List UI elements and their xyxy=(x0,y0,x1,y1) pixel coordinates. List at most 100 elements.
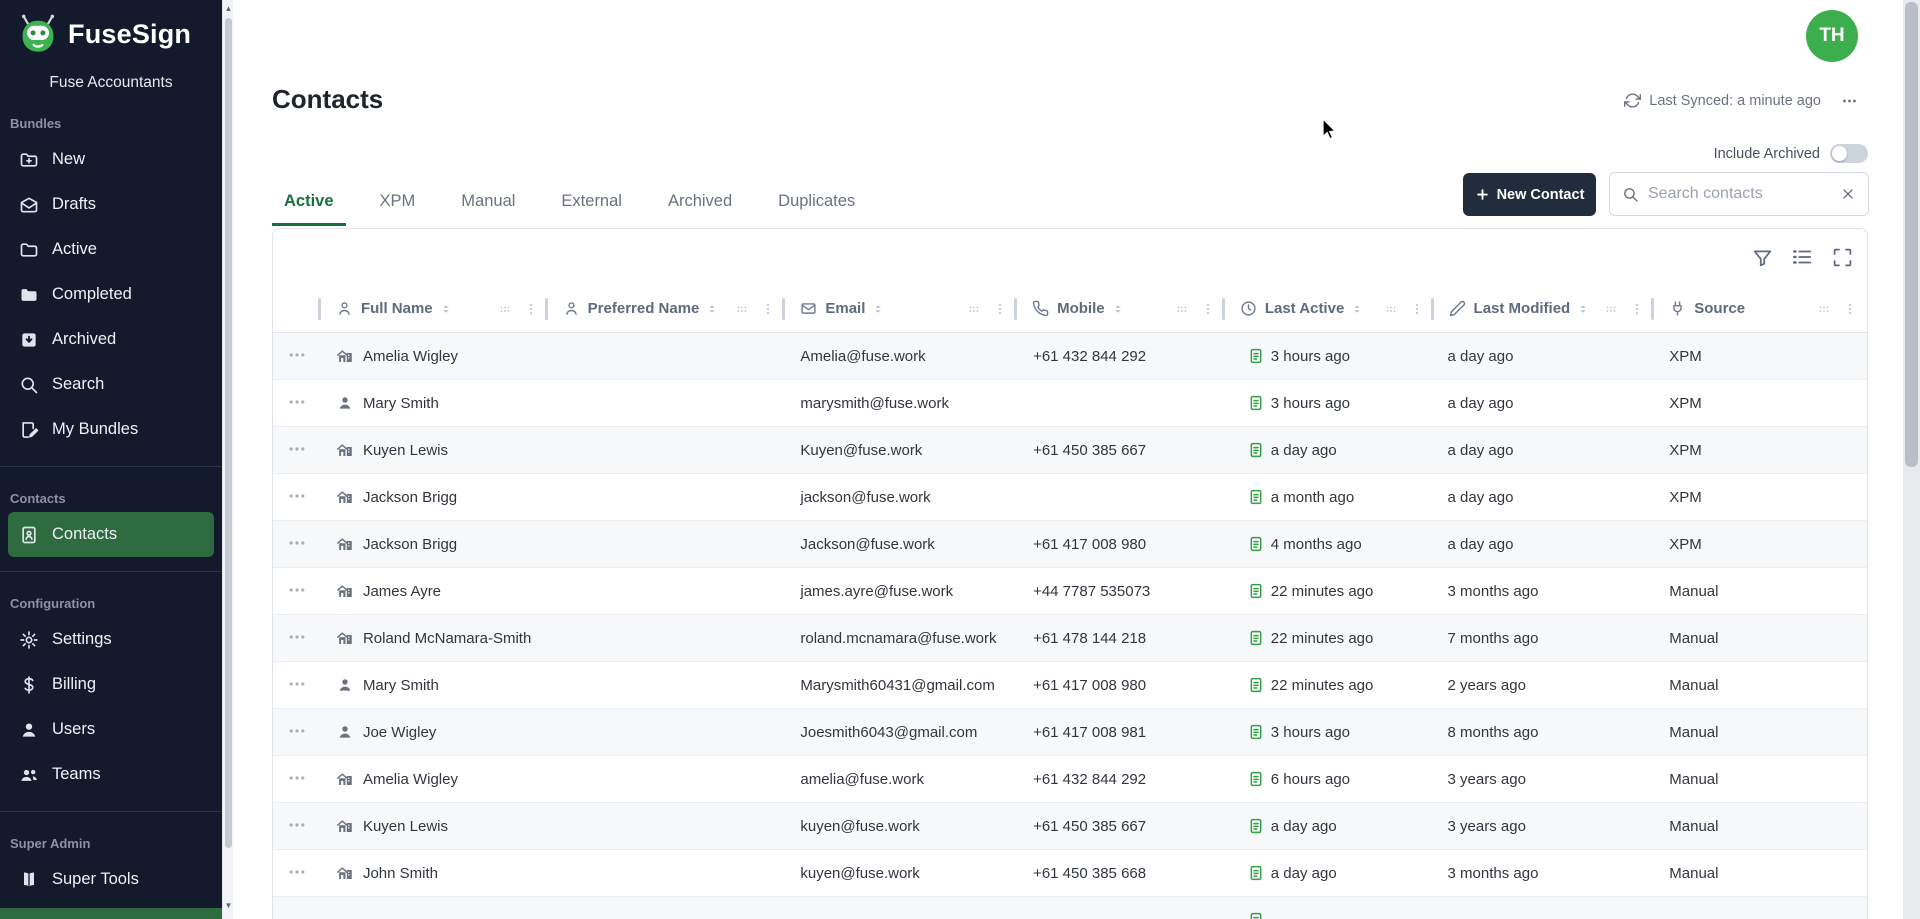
sidebar-item-super-tools[interactable]: Super Tools xyxy=(8,857,214,902)
sidebar-item-active[interactable]: Active xyxy=(8,227,214,272)
drag-handle-icon[interactable] xyxy=(967,302,981,316)
scroll-down-icon[interactable]: ▼ xyxy=(223,901,234,910)
search-box xyxy=(1609,172,1869,216)
column-list-button[interactable] xyxy=(1791,246,1813,268)
table-row-partial[interactable] xyxy=(273,897,1867,919)
table-row[interactable]: Jackson BriggJackson@fuse.work+61 417 00… xyxy=(273,521,1867,568)
filter-button[interactable] xyxy=(1751,246,1773,268)
tab-active[interactable]: Active xyxy=(272,188,346,226)
column-menu-icon[interactable] xyxy=(1843,301,1857,317)
sidebar-item-settings[interactable]: Settings xyxy=(8,617,214,662)
tab-manual[interactable]: Manual xyxy=(449,188,527,226)
column-menu-icon[interactable] xyxy=(761,301,775,317)
column-menu-icon[interactable] xyxy=(1410,301,1424,317)
drag-handle-icon[interactable] xyxy=(1384,302,1398,316)
sort-icon[interactable] xyxy=(1111,302,1125,316)
sidebar-item-label: Contacts xyxy=(52,525,117,544)
document-green-icon xyxy=(1248,629,1264,647)
cell-mobile xyxy=(1017,474,1225,520)
tab-duplicates[interactable]: Duplicates xyxy=(766,188,867,226)
tab-external[interactable]: External xyxy=(549,188,634,226)
sidebar-scrollbar-thumb[interactable] xyxy=(225,18,232,848)
clear-search-icon[interactable] xyxy=(1839,186,1856,203)
sidebar-item-search[interactable]: Search xyxy=(8,362,214,407)
row-actions-button[interactable] xyxy=(284,628,310,648)
table-row[interactable]: Joe WigleyJoesmith6043@gmail.com+61 417 … xyxy=(273,709,1867,756)
sort-icon[interactable] xyxy=(1576,302,1590,316)
page-scrollbar[interactable] xyxy=(1903,0,1920,919)
app-logo[interactable]: FuseSign xyxy=(0,0,222,58)
table-row[interactable]: Amelia WigleyAmelia@fuse.work+61 432 844… xyxy=(273,333,1867,380)
cell-full-name: Joe Wigley xyxy=(321,709,548,755)
table-row[interactable]: Jackson Briggjackson@fuse.worka month ag… xyxy=(273,474,1867,521)
column-menu-icon[interactable] xyxy=(1201,301,1215,317)
sort-icon[interactable] xyxy=(439,302,453,316)
column-menu-icon[interactable] xyxy=(524,301,538,317)
fullscreen-button[interactable] xyxy=(1831,246,1853,268)
refresh-icon[interactable] xyxy=(1624,92,1641,109)
sidebar-item-contacts[interactable]: Contacts xyxy=(8,512,214,557)
row-actions-button[interactable] xyxy=(284,675,310,695)
sidebar-scrollbar[interactable]: ▲ ▼ xyxy=(222,0,233,919)
sort-icon[interactable] xyxy=(705,302,719,316)
table-row[interactable]: Kuyen LewisKuyen@fuse.work+61 450 385 66… xyxy=(273,427,1867,474)
drag-handle-icon[interactable] xyxy=(1175,302,1189,316)
cell-source: Manual xyxy=(1654,662,1867,708)
search-input[interactable] xyxy=(1648,185,1830,203)
table-row[interactable]: John Smithkuyen@fuse.work+61 450 385 668… xyxy=(273,850,1867,897)
row-actions-button[interactable] xyxy=(284,769,310,789)
new-contact-button[interactable]: New Contact xyxy=(1463,173,1596,216)
row-actions-button[interactable] xyxy=(284,581,310,601)
table-row[interactable]: James Ayrejames.ayre@fuse.work+44 7787 5… xyxy=(273,568,1867,615)
row-actions-button[interactable] xyxy=(284,863,310,883)
sidebar-item-users[interactable]: Users xyxy=(8,707,214,752)
sidebar-item-new[interactable]: New xyxy=(8,137,214,182)
drag-handle-icon[interactable] xyxy=(1604,302,1618,316)
drag-handle-icon[interactable] xyxy=(498,302,512,316)
column-menu-icon[interactable] xyxy=(1630,301,1644,317)
organisation-icon xyxy=(336,535,354,553)
tab-archived[interactable]: Archived xyxy=(656,188,744,226)
row-actions-button[interactable] xyxy=(284,534,310,554)
sidebar-item-billing[interactable]: Billing xyxy=(8,662,214,707)
scroll-up-icon[interactable]: ▲ xyxy=(223,4,234,13)
row-actions-button[interactable] xyxy=(284,722,310,742)
table-row[interactable]: Amelia Wigleyamelia@fuse.work+61 432 844… xyxy=(273,756,1867,803)
sidebar-item-archived[interactable]: Archived xyxy=(8,317,214,362)
sidebar-item-label: Settings xyxy=(52,630,112,649)
more-menu-icon[interactable] xyxy=(1841,92,1858,109)
drag-handle-icon[interactable] xyxy=(735,302,749,316)
cell-full-name: John Smith xyxy=(321,850,548,896)
sort-icon[interactable] xyxy=(871,302,885,316)
sidebar-item-drafts[interactable]: Drafts xyxy=(8,182,214,227)
row-actions-button[interactable] xyxy=(284,393,310,413)
row-actions-button[interactable] xyxy=(284,816,310,836)
row-actions-button[interactable] xyxy=(284,487,310,507)
cell-email: roland.mcnamara@fuse.work xyxy=(785,615,1017,661)
page-scrollbar-thumb[interactable] xyxy=(1905,2,1918,467)
table-row[interactable]: Mary SmithMarysmith60431@gmail.com+61 41… xyxy=(273,662,1867,709)
cell-mobile xyxy=(1017,897,1225,919)
column-menu-icon[interactable] xyxy=(993,301,1007,317)
avatar[interactable]: TH xyxy=(1806,10,1858,62)
organisation-icon xyxy=(336,582,354,600)
cell-source: Manual xyxy=(1654,850,1867,896)
sort-icon[interactable] xyxy=(1350,302,1364,316)
sidebar-item-my-bundles[interactable]: My Bundles xyxy=(8,407,214,452)
table-row[interactable]: Mary Smithmarysmith@fuse.work3 hours ago… xyxy=(273,380,1867,427)
include-archived-toggle[interactable] xyxy=(1830,144,1868,163)
fullscreen-icon xyxy=(1831,246,1853,268)
tab-xpm[interactable]: XPM xyxy=(368,188,428,226)
table-row[interactable]: Roland McNamara-Smithroland.mcnamara@fus… xyxy=(273,615,1867,662)
sidebar-item-teams[interactable]: Teams xyxy=(8,752,214,797)
row-actions-button[interactable] xyxy=(284,440,310,460)
cell-last-modified: a day ago xyxy=(1434,427,1655,473)
drag-handle-icon[interactable] xyxy=(1817,302,1831,316)
cell-email: james.ayre@fuse.work xyxy=(785,568,1017,614)
table-row[interactable]: Kuyen Lewiskuyen@fuse.work+61 450 385 66… xyxy=(273,803,1867,850)
toggle-knob xyxy=(1832,146,1847,161)
cell-last-modified: a day ago xyxy=(1434,333,1655,379)
document-green-icon xyxy=(1248,394,1264,412)
row-actions-button[interactable] xyxy=(284,346,310,366)
sidebar-item-completed[interactable]: Completed xyxy=(8,272,214,317)
